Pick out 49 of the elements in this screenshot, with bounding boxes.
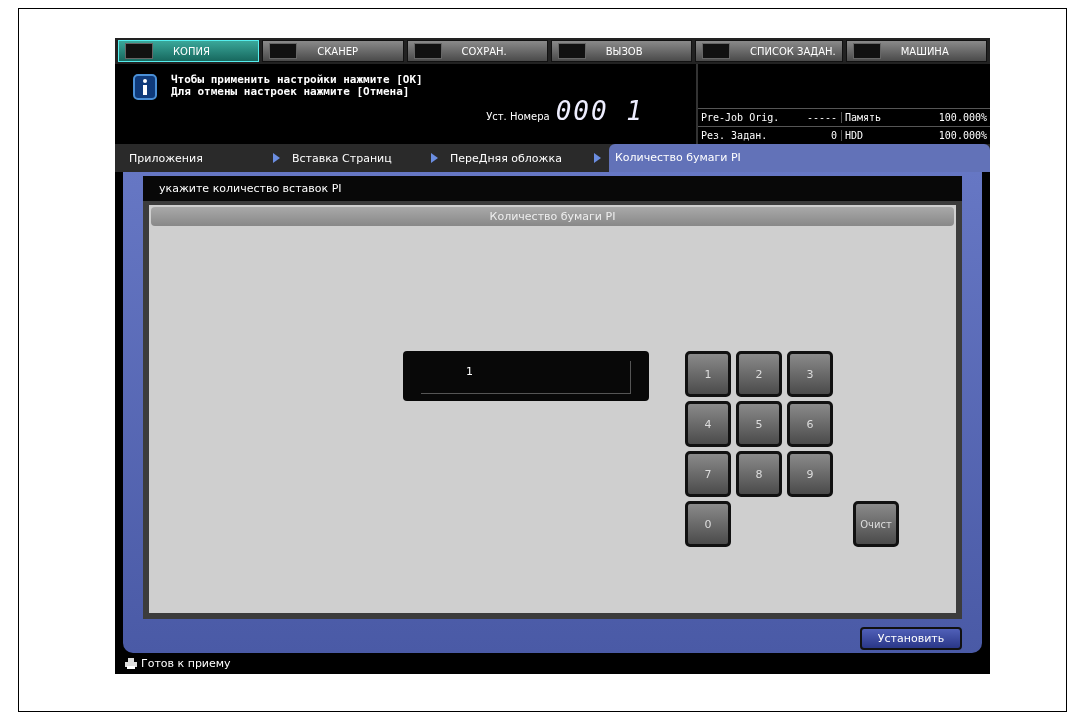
keypad-key[interactable]: 9	[787, 451, 833, 497]
info-icon	[133, 74, 157, 100]
status-value: -----	[797, 112, 842, 123]
mode-tab[interactable]: СОХРАН.	[406, 40, 548, 62]
keypad-key[interactable]: 4	[685, 401, 731, 447]
status-value: 0	[797, 130, 842, 141]
status-text: Готов к приему	[141, 657, 231, 670]
status-label: Память	[844, 112, 883, 123]
counter-value: 000 1	[555, 96, 644, 126]
mode-tab[interactable]: СПИСОК ЗАДАН.	[695, 40, 843, 62]
clear-button[interactable]: Очист	[853, 501, 899, 547]
status-value: 100.000%	[937, 130, 988, 141]
status-value: 100.000%	[937, 112, 988, 123]
panel-title: Количество бумаги PI	[151, 207, 954, 226]
breadcrumb-item[interactable]: Приложения	[125, 151, 273, 165]
tab-icon	[852, 43, 881, 59]
mode-tab[interactable]: ВЫЗОВ	[550, 40, 692, 62]
keypad-key[interactable]: 5	[736, 401, 782, 447]
tab-icon	[557, 43, 586, 59]
keypad-key[interactable]: 2	[736, 351, 782, 397]
counter-label: Уст. Номера	[486, 111, 550, 122]
instruction-text: укажите количество вставок PI	[143, 176, 962, 201]
status-label: Рез. Задан.	[700, 130, 769, 141]
breadcrumb-item[interactable]: Вставка Страниц	[288, 151, 431, 165]
keypad-key[interactable]: 7	[685, 451, 731, 497]
keypad-key[interactable]: 8	[736, 451, 782, 497]
tab-icon	[269, 43, 298, 59]
value-text: 1	[421, 361, 631, 394]
tab-icon	[413, 43, 442, 59]
breadcrumb-item[interactable]: Количество бумаги PI	[609, 144, 990, 172]
keypad-key[interactable]: 0	[685, 501, 731, 547]
tab-icon	[702, 43, 730, 59]
message-text: Чтобы применить настройки нажмите [OK]	[171, 74, 423, 86]
keypad-key[interactable]: 1	[685, 351, 731, 397]
breadcrumb-item[interactable]: ПереДняя обложка	[446, 151, 594, 165]
arrow-icon	[594, 153, 601, 163]
set-button[interactable]: Установить	[860, 627, 962, 650]
status-label: Pre-Job Orig.	[700, 112, 781, 123]
printer-icon	[125, 658, 137, 669]
keypad-key[interactable]: 3	[787, 351, 833, 397]
message-text: Для отмены настроек нажмите [Отмена]	[171, 86, 411, 98]
tab-icon	[125, 43, 153, 59]
status-label: HDD	[844, 130, 865, 141]
mode-tab[interactable]: МАШИНА	[845, 40, 987, 62]
arrow-icon	[273, 153, 280, 163]
keypad-key[interactable]: 6	[787, 401, 833, 447]
mode-tab[interactable]: КОПИЯ	[118, 40, 260, 62]
arrow-icon	[431, 153, 438, 163]
mode-tab[interactable]: СКАНЕР	[262, 40, 404, 62]
